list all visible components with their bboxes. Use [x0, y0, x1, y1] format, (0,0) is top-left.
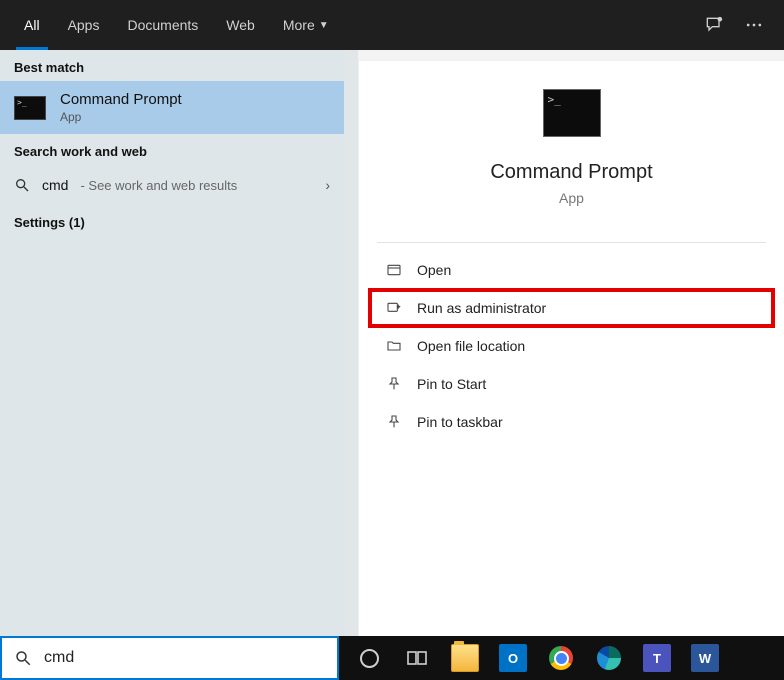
tab-label: Apps: [68, 17, 100, 33]
admin-shield-icon: [385, 299, 403, 317]
cmd-icon: [14, 96, 46, 120]
best-match-header: Best match: [0, 50, 344, 81]
outlook-button[interactable]: O: [489, 636, 537, 680]
more-options-icon[interactable]: [734, 0, 774, 50]
action-label: Open file location: [417, 338, 525, 354]
task-view-icon: [405, 646, 429, 670]
tab-documents[interactable]: Documents: [113, 0, 212, 50]
word-icon: W: [691, 644, 719, 672]
cortana-button[interactable]: [345, 636, 393, 680]
tab-label: Web: [226, 17, 255, 33]
action-label: Run as administrator: [417, 300, 546, 316]
folder-icon: [385, 337, 403, 355]
chrome-icon: [549, 646, 573, 670]
tab-label: More: [283, 17, 315, 33]
task-view-button[interactable]: [393, 636, 441, 680]
action-open-file-location[interactable]: Open file location: [359, 327, 784, 365]
action-label: Pin to Start: [417, 376, 486, 392]
teams-icon: T: [643, 644, 671, 672]
settings-header: Settings (1): [0, 205, 344, 236]
search-query-label: cmd: [42, 177, 68, 193]
search-box[interactable]: [0, 636, 339, 680]
results-panel: Best match Command Prompt App Search wor…: [0, 50, 344, 636]
search-icon: [14, 649, 32, 667]
search-web-item[interactable]: cmd - See work and web results ›: [0, 165, 344, 205]
divider: [377, 242, 766, 243]
open-icon: [385, 261, 403, 279]
tab-web[interactable]: Web: [212, 0, 269, 50]
search-hint: - See work and web results: [80, 178, 237, 193]
tab-all[interactable]: All: [10, 0, 54, 50]
search-web-header: Search work and web: [0, 134, 344, 165]
action-run-as-administrator[interactable]: Run as administrator: [369, 289, 774, 327]
taskbar: O T W: [339, 636, 784, 680]
tab-label: Documents: [127, 17, 198, 33]
tab-label: All: [24, 17, 40, 33]
pin-taskbar-icon: [385, 413, 403, 431]
cortana-icon: [360, 649, 379, 668]
action-pin-to-start[interactable]: Pin to Start: [359, 365, 784, 403]
chrome-button[interactable]: [537, 636, 585, 680]
pin-icon: [385, 375, 403, 393]
file-explorer-button[interactable]: [441, 636, 489, 680]
edge-icon: [597, 646, 621, 670]
tab-more[interactable]: More ▼: [269, 0, 343, 50]
tab-apps[interactable]: Apps: [54, 0, 114, 50]
search-icon: [14, 177, 30, 193]
result-command-prompt[interactable]: Command Prompt App: [0, 81, 344, 134]
result-sub: App: [60, 110, 182, 124]
search-input[interactable]: [44, 649, 325, 667]
word-button[interactable]: W: [681, 636, 729, 680]
outlook-icon: O: [499, 644, 527, 672]
action-pin-to-taskbar[interactable]: Pin to taskbar: [359, 403, 784, 441]
feedback-icon[interactable]: [694, 0, 734, 50]
preview-title: Command Prompt: [490, 161, 652, 184]
result-title: Command Prompt: [60, 91, 182, 108]
panel-gap: [344, 50, 358, 636]
teams-button[interactable]: T: [633, 636, 681, 680]
chevron-down-icon: ▼: [319, 20, 329, 31]
preview-header: Command Prompt App: [359, 61, 784, 226]
action-open[interactable]: Open: [359, 251, 784, 289]
preview-sub: App: [559, 190, 584, 206]
result-text: Command Prompt App: [60, 91, 182, 124]
cmd-icon-large: [543, 89, 601, 137]
action-label: Pin to taskbar: [417, 414, 503, 430]
action-label: Open: [417, 262, 451, 278]
file-explorer-icon: [451, 644, 479, 672]
chevron-right-icon: ›: [325, 177, 330, 193]
preview-panel: Command Prompt App Open Run as administr…: [358, 60, 784, 636]
edge-button[interactable]: [585, 636, 633, 680]
search-filter-tabs: All Apps Documents Web More ▼: [0, 0, 784, 50]
